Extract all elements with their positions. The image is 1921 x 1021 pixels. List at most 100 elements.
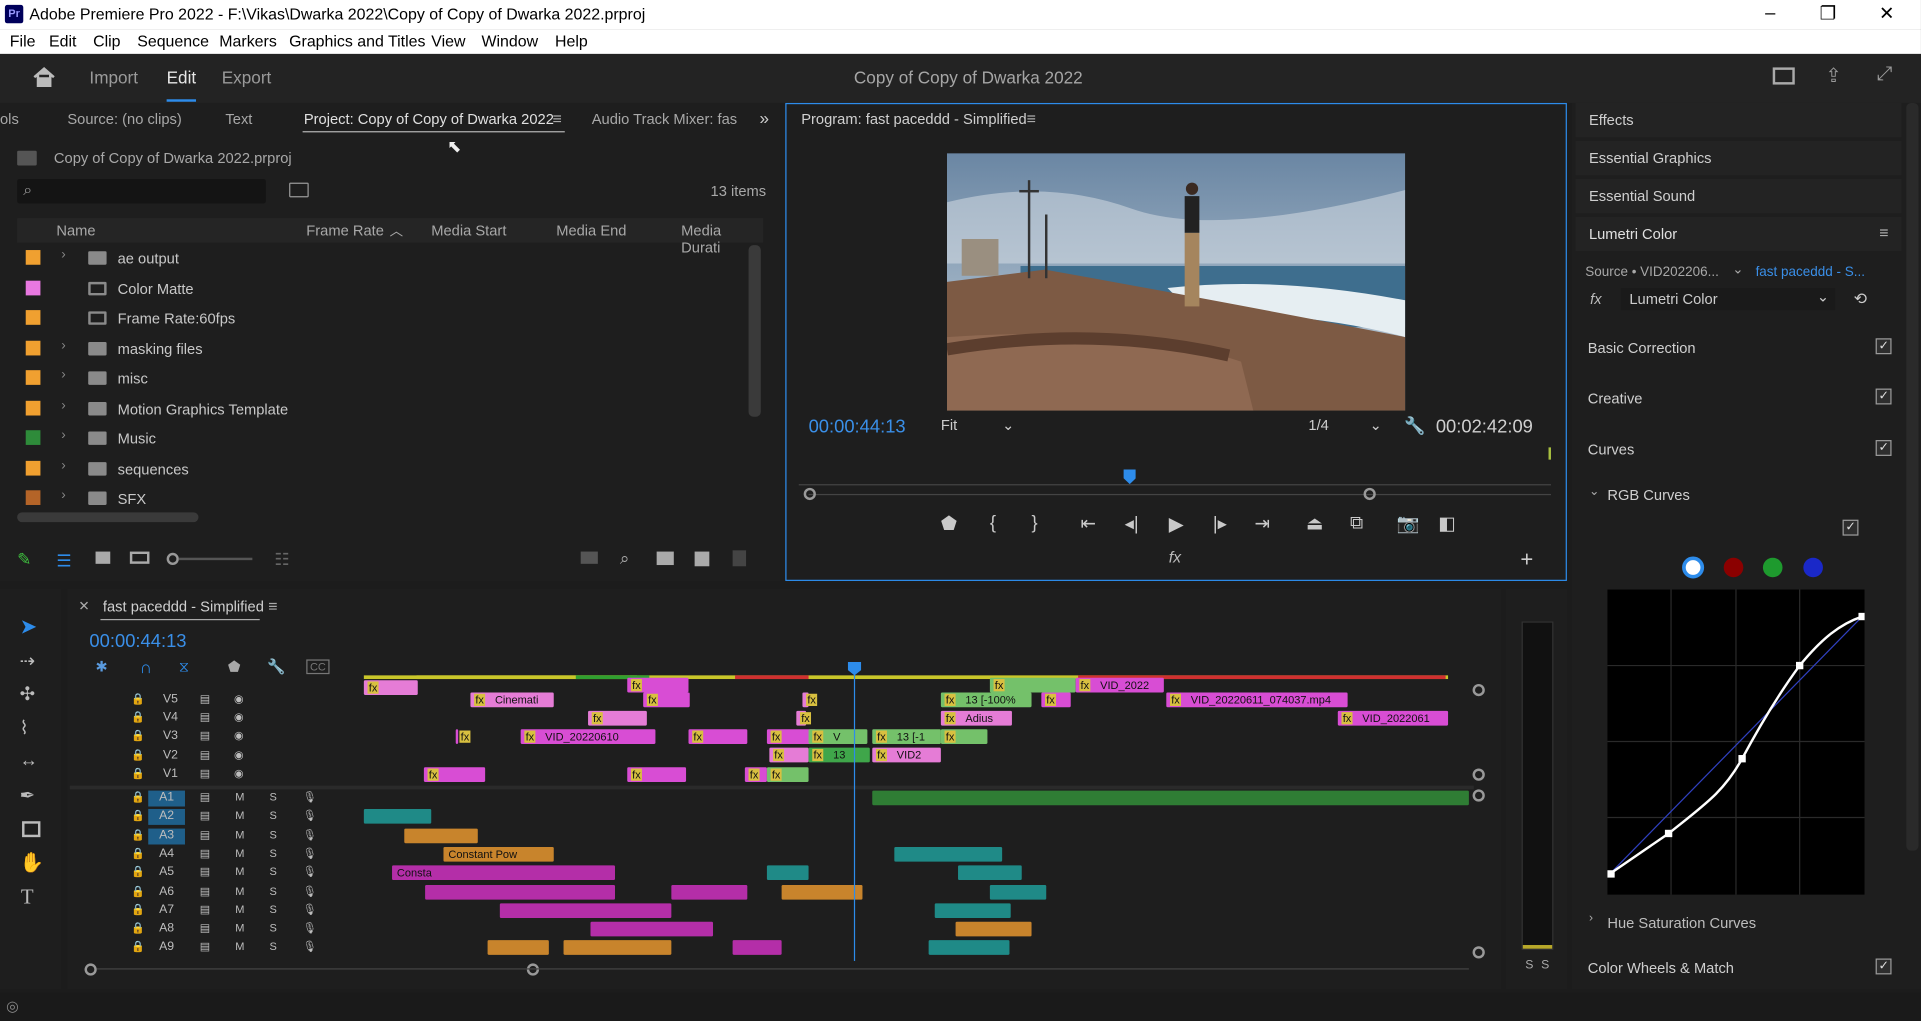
- solo-button[interactable]: S: [270, 847, 277, 859]
- zoom-slider-track[interactable]: [178, 557, 253, 561]
- add-marker-icon[interactable]: ⬟: [228, 658, 241, 675]
- microphone-icon[interactable]: 🎙: [303, 922, 317, 935]
- chevron-right-icon[interactable]: ›: [61, 368, 65, 383]
- lock-icon[interactable]: 🔒: [131, 748, 145, 761]
- audio-clip[interactable]: [671, 884, 748, 900]
- solo-button[interactable]: S: [270, 828, 277, 840]
- audio-clip[interactable]: [404, 828, 478, 843]
- audio-clip[interactable]: [934, 903, 1011, 918]
- video-clip[interactable]: fx: [940, 729, 988, 744]
- program-current-timecode[interactable]: 00:00:44:13: [809, 417, 906, 438]
- curve-point[interactable]: [1738, 755, 1746, 763]
- essential-graphics-header[interactable]: Essential Graphics: [1575, 140, 1902, 176]
- track-name[interactable]: A8: [148, 922, 185, 938]
- audio-clip[interactable]: [928, 940, 1010, 956]
- sort-ascending-icon[interactable]: ︿: [390, 221, 403, 241]
- project-item-row[interactable]: › Music: [17, 424, 748, 453]
- track-name[interactable]: A1: [148, 790, 185, 807]
- channel-luma-button[interactable]: [1682, 556, 1705, 579]
- video-clip[interactable]: fx V: [808, 729, 868, 744]
- track-name[interactable]: A5: [148, 866, 185, 882]
- lock-icon[interactable]: 🔒: [131, 730, 145, 743]
- basic-correction-checkbox[interactable]: ✓: [1875, 338, 1892, 355]
- video-track-header[interactable]: 🔒 V5 ▤ ◉: [70, 693, 362, 710]
- sort-icon[interactable]: ☷: [274, 549, 289, 570]
- menu-graphics-and-titles[interactable]: Graphics and Titles: [289, 32, 425, 50]
- comparison-view-icon[interactable]: ◧: [1438, 512, 1455, 535]
- eye-icon[interactable]: ◉: [234, 693, 244, 706]
- list-view-icon[interactable]: ☰: [56, 550, 71, 571]
- nest-icon[interactable]: ✱: [96, 658, 108, 675]
- creative-checkbox[interactable]: ✓: [1875, 388, 1892, 405]
- menu-clip[interactable]: Clip: [93, 32, 120, 50]
- audio-clip[interactable]: [989, 884, 1047, 900]
- reset-icon[interactable]: ⟲: [1854, 289, 1867, 309]
- tab-project[interactable]: Project: Copy of Copy of Dwarka 2022: [304, 110, 554, 127]
- microphone-icon[interactable]: 🎙: [303, 941, 317, 954]
- go-to-in-icon[interactable]: ⇤: [1081, 512, 1096, 535]
- timeline-zoom-left-handle[interactable]: [84, 963, 97, 976]
- video-audio-divider[interactable]: [69, 785, 1474, 790]
- audio-clip[interactable]: [499, 903, 672, 918]
- microphone-icon[interactable]: 🎙: [303, 809, 317, 822]
- audio-track-header[interactable]: 🔒 A3 ▤ M S 🎙: [70, 828, 362, 845]
- mark-out-icon[interactable]: }: [1032, 512, 1038, 533]
- video-clip[interactable]: fx: [989, 677, 1076, 693]
- channel-blue-button[interactable]: [1803, 557, 1823, 578]
- video-clip[interactable]: fx: [744, 767, 767, 782]
- video-clip[interactable]: fx: [766, 767, 809, 782]
- audio-scroll-handle[interactable]: [1472, 789, 1485, 802]
- video-track-header[interactable]: 🔒 V1 ▤ ◉: [70, 767, 362, 784]
- vertical-scrollbar[interactable]: [748, 245, 761, 417]
- eye-icon[interactable]: ◉: [234, 748, 244, 761]
- menu-edit[interactable]: Edit: [49, 32, 76, 50]
- track-name[interactable]: A4: [148, 847, 185, 863]
- sync-lock-icon[interactable]: ▤: [200, 748, 210, 761]
- background-tasks-icon[interactable]: ◎: [6, 998, 19, 1015]
- chevron-right-icon[interactable]: ›: [61, 338, 65, 353]
- sync-lock-icon[interactable]: ▤: [200, 828, 210, 841]
- lock-icon[interactable]: 🔒: [131, 903, 145, 916]
- audio-track-header[interactable]: 🔒 A7 ▤ M S 🎙: [70, 903, 362, 920]
- audio-clip[interactable]: [487, 940, 549, 956]
- timeline-playhead-line[interactable]: [853, 663, 856, 961]
- new-search-bin-icon[interactable]: [289, 182, 309, 198]
- video-track-header[interactable]: 🔒 V2 ▤ ◉: [70, 748, 362, 765]
- zoom-slider-handle[interactable]: [166, 552, 179, 566]
- audio-clip[interactable]: Consta: [392, 865, 616, 881]
- program-menu-icon[interactable]: ≡: [1027, 109, 1036, 127]
- lumetri-menu-icon[interactable]: ≡: [1879, 223, 1888, 241]
- timeline-timecode[interactable]: 00:00:44:13: [89, 631, 186, 652]
- sequence-tab[interactable]: fast paceddd - Simplified: [103, 598, 264, 615]
- more-tabs-icon[interactable]: »: [760, 108, 770, 128]
- menu-help[interactable]: Help: [555, 32, 588, 50]
- video-clip[interactable]: fx: [627, 767, 687, 782]
- zoom-bar-left-handle[interactable]: [803, 487, 816, 501]
- lumetri-source-label[interactable]: Source • VID202206...: [1585, 265, 1719, 280]
- column-media-start[interactable]: Media Start: [431, 222, 506, 239]
- tab-source[interactable]: Source: (no clips): [67, 110, 181, 127]
- audio-scroll-handle[interactable]: [1472, 946, 1485, 959]
- audio-clip[interactable]: [955, 921, 1032, 937]
- lock-icon[interactable]: 🔒: [131, 767, 145, 780]
- eye-icon[interactable]: ◉: [234, 730, 244, 743]
- lock-icon[interactable]: 🔒: [131, 791, 145, 804]
- mark-in-icon[interactable]: {: [990, 512, 996, 533]
- lumetri-color-header[interactable]: Lumetri Color: [1575, 216, 1902, 252]
- audio-track-header[interactable]: 🔒 A8 ▤ M S 🎙: [70, 922, 362, 939]
- mute-button[interactable]: M: [235, 941, 244, 953]
- video-track-header[interactable]: 🔒 V4 ▤ ◉: [70, 711, 362, 728]
- microphone-icon[interactable]: 🎙: [303, 866, 317, 879]
- video-clip[interactable]: fx: [1041, 692, 1071, 708]
- track-name[interactable]: V4: [163, 711, 178, 724]
- video-scroll-handle[interactable]: [1472, 683, 1485, 697]
- audio-clip[interactable]: Constant Pow: [443, 846, 554, 862]
- track-name[interactable]: A9: [148, 941, 185, 957]
- sync-lock-icon[interactable]: ▤: [200, 791, 210, 804]
- selection-tool-icon[interactable]: ➤: [20, 615, 37, 640]
- type-tool-icon[interactable]: T: [21, 885, 34, 910]
- track-name[interactable]: A2: [148, 809, 185, 826]
- chevron-right-icon[interactable]: ›: [61, 398, 65, 413]
- lumetri-target-label[interactable]: fast paceddd - S...: [1756, 265, 1865, 280]
- quick-export-icon[interactable]: [1772, 67, 1795, 85]
